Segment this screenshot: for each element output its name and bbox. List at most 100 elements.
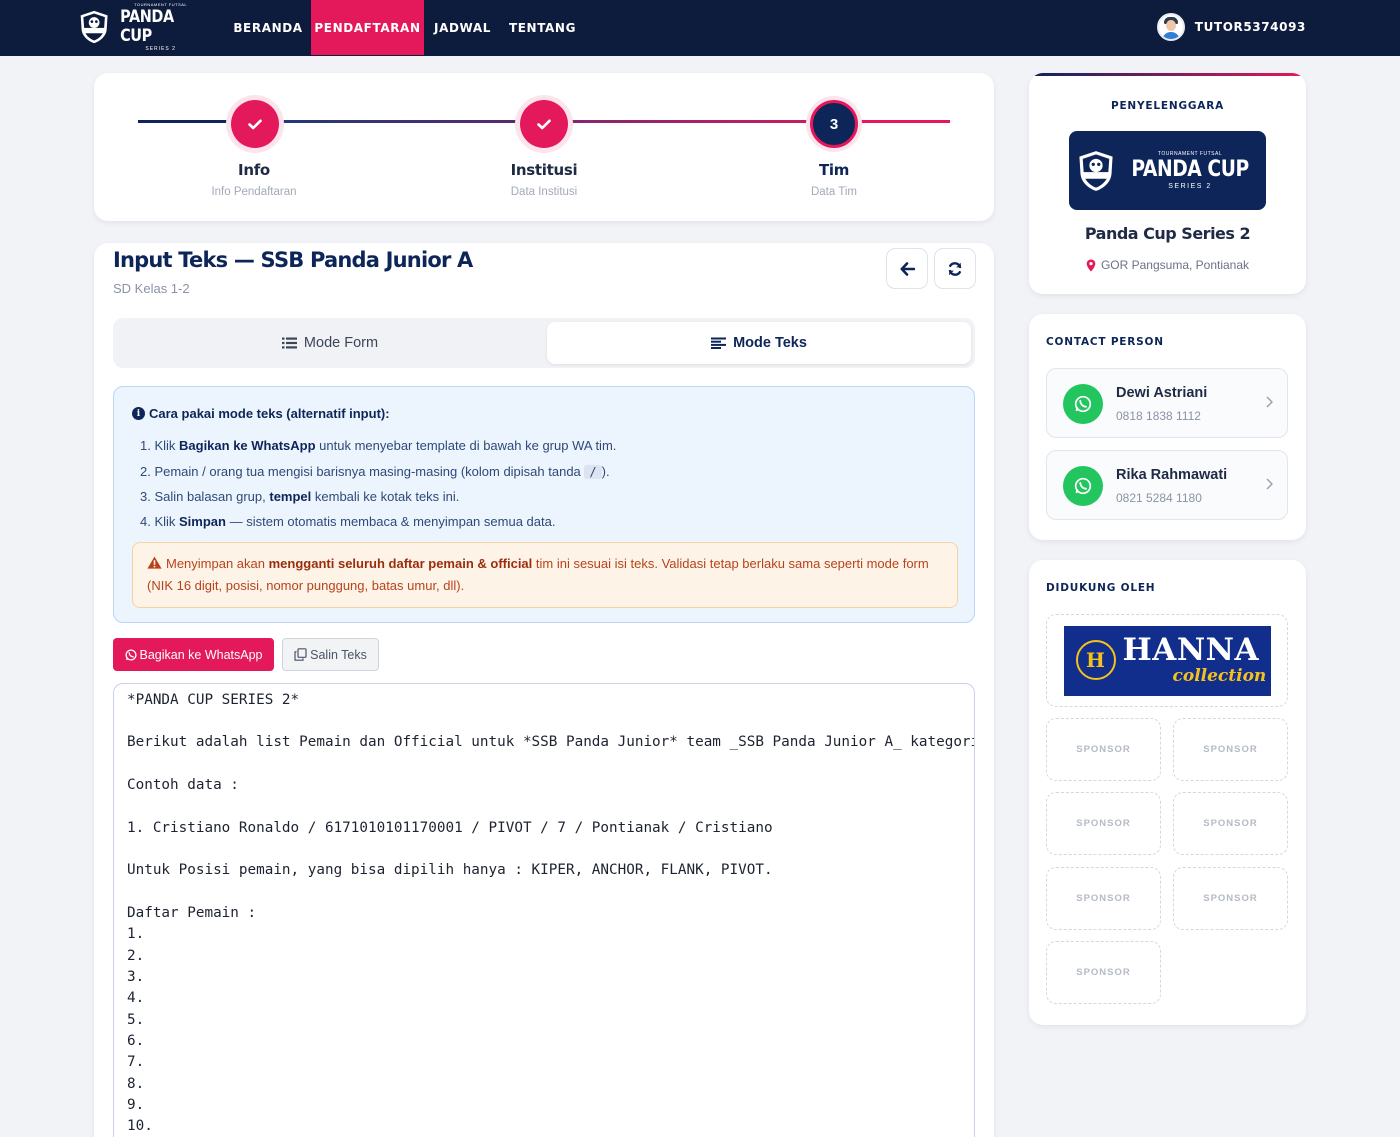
arrow-left-icon xyxy=(900,261,915,276)
list-icon xyxy=(281,337,297,349)
top-navbar: TOURNAMENT FUTSAL PANDA CUP SERIES 2 BER… xyxy=(0,0,1400,56)
contact-item[interactable]: Dewi Astriani 0818 1838 1112 xyxy=(1046,368,1288,438)
avatar xyxy=(1156,13,1185,41)
instruction-step-2: 2. Pemain / orang tua mengisi barisnya m… xyxy=(140,464,610,479)
whatsapp-icon xyxy=(1063,466,1103,506)
refresh-button[interactable] xyxy=(934,248,976,289)
org-logo-main-text: PANDA CUP xyxy=(1131,156,1249,182)
refresh-icon xyxy=(948,261,962,276)
contact-label: CONTACT PERSON xyxy=(1046,336,1164,348)
main-sponsor[interactable]: H HANNA collection xyxy=(1046,614,1288,707)
instructions-box: i Cara pakai mode teks (alternatif input… xyxy=(113,386,975,623)
textarea-line: 7. xyxy=(127,1054,145,1070)
logo-main-text: PANDA CUP xyxy=(120,6,174,46)
textarea-line: Untuk Posisi pemain, yang bisa dipilih h… xyxy=(127,862,773,878)
sponsor-slot: SPONSOR xyxy=(1046,867,1161,930)
sponsor-slot: SPONSOR xyxy=(1173,718,1288,781)
user-menu[interactable]: TUTOR5374093 xyxy=(1156,13,1306,41)
sponsor-slot: SPONSOR xyxy=(1173,867,1288,930)
sponsors-label: DIDUKUNG OLEH xyxy=(1046,582,1156,594)
step-2-check-icon[interactable] xyxy=(520,100,568,148)
sponsors-card: DIDUKUNG OLEH H HANNA collection SPONSOR… xyxy=(1029,560,1306,1025)
organizer-card: PENYELENGGARA TOURNAMENT FUTSAL PANDA CU… xyxy=(1029,73,1306,294)
textarea-line: 9. xyxy=(127,1097,145,1113)
step-1-check-icon[interactable] xyxy=(231,100,279,148)
info-icon: i xyxy=(132,407,145,420)
textarea-line: 6. xyxy=(127,1033,145,1049)
brand-logo[interactable]: TOURNAMENT FUTSAL PANDA CUP SERIES 2 xyxy=(78,2,208,52)
textarea-line: 10. xyxy=(127,1118,153,1134)
logo-series-text: SERIES 2 xyxy=(145,45,176,52)
contact-item[interactable]: Rika Rahmawati 0821 5284 1180 xyxy=(1046,450,1288,520)
warning-triangle-icon xyxy=(147,556,162,569)
tab-mode-teks-label: Mode Teks xyxy=(733,335,807,351)
panda-shield-icon xyxy=(80,10,108,44)
contact-phone: 0821 5284 1180 xyxy=(1116,491,1202,505)
page-subtitle: SD Kelas 1-2 xyxy=(113,281,190,296)
sponsor-slot: SPONSOR xyxy=(1046,792,1161,855)
nav-beranda[interactable]: BERANDA xyxy=(226,0,310,55)
step-1-title: Info xyxy=(238,161,270,179)
textarea-line: 2. xyxy=(127,948,145,964)
organizer-name: Panda Cup Series 2 xyxy=(1084,224,1251,243)
mode-tabs: Mode Form Mode Teks xyxy=(113,318,975,368)
textarea-line: 3. xyxy=(127,969,145,985)
hanna-wordmark: HANNA xyxy=(1122,631,1260,668)
textarea-line: 1. xyxy=(127,926,145,942)
textarea-line: 1. Cristiano Ronaldo / 6171010101170001 … xyxy=(127,820,773,836)
separator-code: / xyxy=(584,465,602,479)
step-connector xyxy=(254,120,544,123)
sponsor-slot: SPONSOR xyxy=(1173,792,1288,855)
registration-stepper: 3 Info Info Pendaftaran Institusi Data I… xyxy=(94,73,994,221)
tab-mode-form-label: Mode Form xyxy=(303,335,379,351)
contact-name: Rika Rahmawati xyxy=(1116,467,1228,483)
panda-shield-icon xyxy=(1079,150,1113,191)
textarea-line: 8. xyxy=(127,1076,145,1092)
sponsor-slot: SPONSOR xyxy=(1046,718,1161,781)
whatsapp-icon xyxy=(124,648,137,661)
nav-pendaftaran[interactable]: PENDAFTARAN xyxy=(311,0,424,55)
username: TUTOR5374093 xyxy=(1194,20,1306,34)
copy-text-button[interactable]: Salin Teks xyxy=(282,638,379,671)
organizer-logo: TOURNAMENT FUTSAL PANDA CUP SERIES 2 xyxy=(1069,131,1266,210)
step-2-subtitle: Data Institusi xyxy=(510,186,578,198)
nav-tentang[interactable]: TENTANG xyxy=(501,0,584,55)
map-pin-icon xyxy=(1086,259,1096,271)
tab-mode-teks[interactable]: Mode Teks xyxy=(547,322,971,364)
contact-name: Dewi Astriani xyxy=(1116,385,1208,401)
org-logo-series-text: SERIES 2 xyxy=(1168,182,1212,190)
hanna-badge-icon: H xyxy=(1075,639,1116,680)
warning-alert: Menyimpan akan mengganti seluruh daftar … xyxy=(132,542,958,608)
whatsapp-icon xyxy=(1063,384,1103,424)
textarea-line: 4. xyxy=(127,990,145,1006)
contact-phone: 0818 1838 1112 xyxy=(1116,409,1201,423)
contact-card: CONTACT PERSON Dewi Astriani 0818 1838 1… xyxy=(1029,314,1306,540)
page-title: Input Teks — SSB Panda Junior A xyxy=(113,248,473,272)
step-3-subtitle: Data Tim xyxy=(810,186,857,198)
organizer-location: GOR Pangsuma, Pontianak xyxy=(1029,258,1306,272)
step-3-number[interactable]: 3 xyxy=(810,100,858,148)
chevron-right-icon xyxy=(1266,396,1273,408)
copy-icon xyxy=(294,648,307,661)
organizer-label: PENYELENGGARA xyxy=(1110,100,1225,112)
hanna-collection-logo: H HANNA collection xyxy=(1063,625,1271,696)
instruction-step-4: 4. Klik Simpan — sistem otomatis membaca… xyxy=(140,514,556,529)
team-text-textarea[interactable]: *PANDA CUP SERIES 2* Berikut adalah list… xyxy=(113,683,975,1137)
textarea-line: *PANDA CUP SERIES 2* xyxy=(127,692,300,708)
team-input-card: Input Teks — SSB Panda Junior A SD Kelas… xyxy=(94,243,994,1137)
tab-mode-form[interactable]: Mode Form xyxy=(117,322,543,364)
textarea-line: Berikut adalah list Pemain dan Official … xyxy=(127,734,975,750)
instruction-step-1: 1. Klik Bagikan ke WhatsApp untuk menyeb… xyxy=(140,438,617,453)
textarea-line: Daftar Pemain : xyxy=(127,905,257,921)
chevron-right-icon xyxy=(1266,478,1273,490)
sponsor-slot: SPONSOR xyxy=(1046,941,1161,1004)
step-2-title: Institusi xyxy=(510,161,578,179)
instruction-step-3: 3. Salin balasan grup, tempel kembali ke… xyxy=(140,489,460,504)
align-left-icon xyxy=(711,337,727,349)
back-button[interactable] xyxy=(886,248,928,289)
instructions-heading: Cara pakai mode teks (alternatif input): xyxy=(149,406,390,421)
step-connector xyxy=(544,120,834,123)
share-whatsapp-button[interactable]: Bagikan ke WhatsApp xyxy=(113,638,274,671)
step-1-subtitle: Info Pendaftaran xyxy=(211,186,297,198)
nav-jadwal[interactable]: JADWAL xyxy=(425,0,500,55)
